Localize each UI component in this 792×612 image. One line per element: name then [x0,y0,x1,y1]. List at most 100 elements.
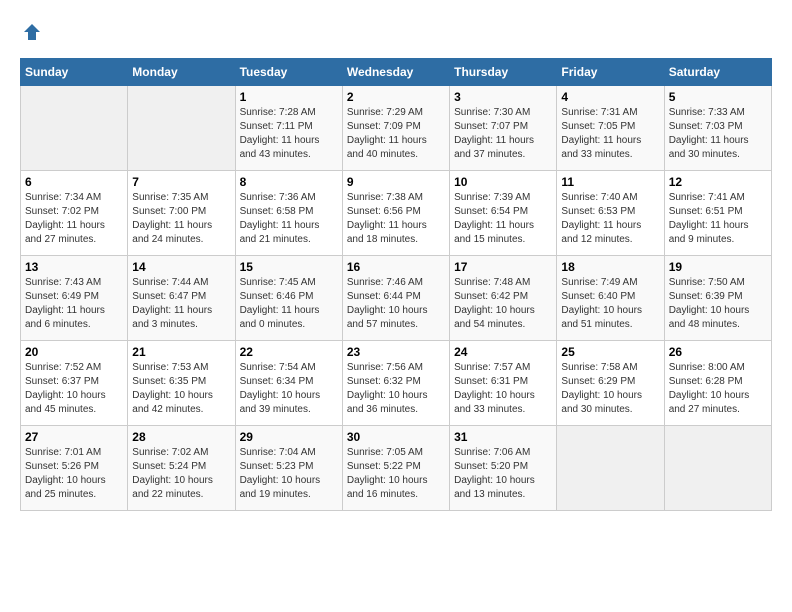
day-number: 19 [669,260,767,274]
day-number: 7 [132,175,230,189]
day-number: 29 [240,430,338,444]
day-info: Sunrise: 7:35 AMSunset: 7:00 PMDaylight:… [132,191,230,247]
day-info: Sunrise: 7:38 AMSunset: 6:56 PMDaylight:… [347,191,445,247]
logo [20,20,42,42]
day-info: Sunrise: 7:02 AMSunset: 5:24 PMDaylight:… [132,446,230,502]
calendar-cell: 10 Sunrise: 7:39 AMSunset: 6:54 PMDayligh… [450,171,557,256]
day-number: 13 [25,260,123,274]
calendar-cell: 30 Sunrise: 7:05 AMSunset: 5:22 PMDayligh… [342,426,449,511]
page-header [20,20,772,42]
day-info: Sunrise: 7:50 AMSunset: 6:39 PMDaylight:… [669,276,767,332]
day-info: Sunrise: 7:54 AMSunset: 6:34 PMDaylight:… [240,361,338,417]
day-number: 24 [454,345,552,359]
day-header: Friday [557,59,664,86]
day-number: 2 [347,90,445,104]
calendar-cell: 24 Sunrise: 7:57 AMSunset: 6:31 PMDayligh… [450,341,557,426]
calendar-cell: 16 Sunrise: 7:46 AMSunset: 6:44 PMDayligh… [342,256,449,341]
day-number: 14 [132,260,230,274]
day-header: Saturday [664,59,771,86]
day-number: 27 [25,430,123,444]
day-number: 6 [25,175,123,189]
day-info: Sunrise: 7:58 AMSunset: 6:29 PMDaylight:… [561,361,659,417]
calendar-cell: 11Sunrise: 7:40 AMSunset: 6:53 PMDayligh… [557,171,664,256]
day-info: Sunrise: 7:49 AMSunset: 6:40 PMDaylight:… [561,276,659,332]
day-number: 17 [454,260,552,274]
day-info: Sunrise: 7:05 AMSunset: 5:22 PMDaylight:… [347,446,445,502]
day-info: Sunrise: 7:53 AMSunset: 6:35 PMDaylight:… [132,361,230,417]
day-number: 20 [25,345,123,359]
day-number: 5 [669,90,767,104]
day-number: 30 [347,430,445,444]
calendar-cell: 2 Sunrise: 7:29 AMSunset: 7:09 PMDaylight… [342,86,449,171]
calendar-cell: 7 Sunrise: 7:35 AMSunset: 7:00 PMDaylight… [128,171,235,256]
calendar-cell: 29 Sunrise: 7:04 AMSunset: 5:23 PMDayligh… [235,426,342,511]
day-info: Sunrise: 7:04 AMSunset: 5:23 PMDaylight:… [240,446,338,502]
day-number: 9 [347,175,445,189]
day-header: Monday [128,59,235,86]
calendar-cell: 15 Sunrise: 7:45 AMSunset: 6:46 PMDayligh… [235,256,342,341]
calendar-cell: 6Sunrise: 7:34 AMSunset: 7:02 PMDaylight… [21,171,128,256]
calendar-header-row: SundayMondayTuesdayWednesdayThursdayFrid… [21,59,772,86]
day-number: 31 [454,430,552,444]
calendar-cell [557,426,664,511]
calendar-week-row: 27Sunrise: 7:01 AMSunset: 5:26 PMDayligh… [21,426,772,511]
day-header: Tuesday [235,59,342,86]
day-info: Sunrise: 8:00 AMSunset: 6:28 PMDaylight:… [669,361,767,417]
calendar-week-row: 1Sunrise: 7:28 AMSunset: 7:11 PMDaylight… [21,86,772,171]
day-info: Sunrise: 7:52 AMSunset: 6:37 PMDaylight:… [25,361,123,417]
calendar-cell: 22 Sunrise: 7:54 AMSunset: 6:34 PMDayligh… [235,341,342,426]
day-info: Sunrise: 7:57 AMSunset: 6:31 PMDaylight:… [454,361,552,417]
calendar-cell: 18 Sunrise: 7:49 AMSunset: 6:40 PMDayligh… [557,256,664,341]
calendar-cell: 25 Sunrise: 7:58 AMSunset: 6:29 PMDayligh… [557,341,664,426]
calendar-cell: 13 Sunrise: 7:43 AMSunset: 6:49 PMDayligh… [21,256,128,341]
day-info: Sunrise: 7:39 AMSunset: 6:54 PMDaylight:… [454,191,552,247]
calendar-cell: 9 Sunrise: 7:38 AMSunset: 6:56 PMDaylight… [342,171,449,256]
day-header: Sunday [21,59,128,86]
day-number: 26 [669,345,767,359]
day-header: Thursday [450,59,557,86]
day-number: 22 [240,345,338,359]
calendar-cell: 27Sunrise: 7:01 AMSunset: 5:26 PMDayligh… [21,426,128,511]
calendar-cell: 8Sunrise: 7:36 AMSunset: 6:58 PMDaylight… [235,171,342,256]
day-info: Sunrise: 7:41 AMSunset: 6:51 PMDaylight:… [669,191,767,247]
day-info: Sunrise: 7:44 AMSunset: 6:47 PMDaylight:… [132,276,230,332]
calendar-cell: 19 Sunrise: 7:50 AMSunset: 6:39 PMDayligh… [664,256,771,341]
calendar-cell: 20 Sunrise: 7:52 AMSunset: 6:37 PMDayligh… [21,341,128,426]
day-number: 4 [561,90,659,104]
calendar-table: SundayMondayTuesdayWednesdayThursdayFrid… [20,58,772,511]
day-info: Sunrise: 7:43 AMSunset: 6:49 PMDaylight:… [25,276,123,332]
day-header: Wednesday [342,59,449,86]
day-number: 3 [454,90,552,104]
day-info: Sunrise: 7:48 AMSunset: 6:42 PMDaylight:… [454,276,552,332]
day-number: 12 [669,175,767,189]
day-info: Sunrise: 7:06 AMSunset: 5:20 PMDaylight:… [454,446,552,502]
day-number: 28 [132,430,230,444]
calendar-week-row: 6Sunrise: 7:34 AMSunset: 7:02 PMDaylight… [21,171,772,256]
day-info: Sunrise: 7:30 AMSunset: 7:07 PMDaylight:… [454,106,552,162]
day-number: 10 [454,175,552,189]
calendar-cell [21,86,128,171]
day-number: 15 [240,260,338,274]
day-number: 25 [561,345,659,359]
day-number: 16 [347,260,445,274]
day-number: 11 [561,175,659,189]
day-info: Sunrise: 7:45 AMSunset: 6:46 PMDaylight:… [240,276,338,332]
day-info: Sunrise: 7:31 AMSunset: 7:05 PMDaylight:… [561,106,659,162]
calendar-week-row: 20 Sunrise: 7:52 AMSunset: 6:37 PMDayligh… [21,341,772,426]
calendar-cell: 14 Sunrise: 7:44 AMSunset: 6:47 PMDayligh… [128,256,235,341]
calendar-cell: 5Sunrise: 7:33 AMSunset: 7:03 PMDaylight… [664,86,771,171]
day-number: 18 [561,260,659,274]
logo-icon [22,22,42,42]
day-info: Sunrise: 7:29 AMSunset: 7:09 PMDaylight:… [347,106,445,162]
calendar-week-row: 13 Sunrise: 7:43 AMSunset: 6:49 PMDayligh… [21,256,772,341]
day-info: Sunrise: 7:46 AMSunset: 6:44 PMDaylight:… [347,276,445,332]
calendar-cell: 17 Sunrise: 7:48 AMSunset: 6:42 PMDayligh… [450,256,557,341]
day-info: Sunrise: 7:56 AMSunset: 6:32 PMDaylight:… [347,361,445,417]
calendar-cell [664,426,771,511]
calendar-cell: 4 Sunrise: 7:31 AMSunset: 7:05 PMDaylight… [557,86,664,171]
calendar-cell: 26 Sunrise: 8:00 AMSunset: 6:28 PMDayligh… [664,341,771,426]
calendar-cell: 12 Sunrise: 7:41 AMSunset: 6:51 PMDayligh… [664,171,771,256]
calendar-cell: 31 Sunrise: 7:06 AMSunset: 5:20 PMDayligh… [450,426,557,511]
day-number: 1 [240,90,338,104]
calendar-body: 1Sunrise: 7:28 AMSunset: 7:11 PMDaylight… [21,86,772,511]
